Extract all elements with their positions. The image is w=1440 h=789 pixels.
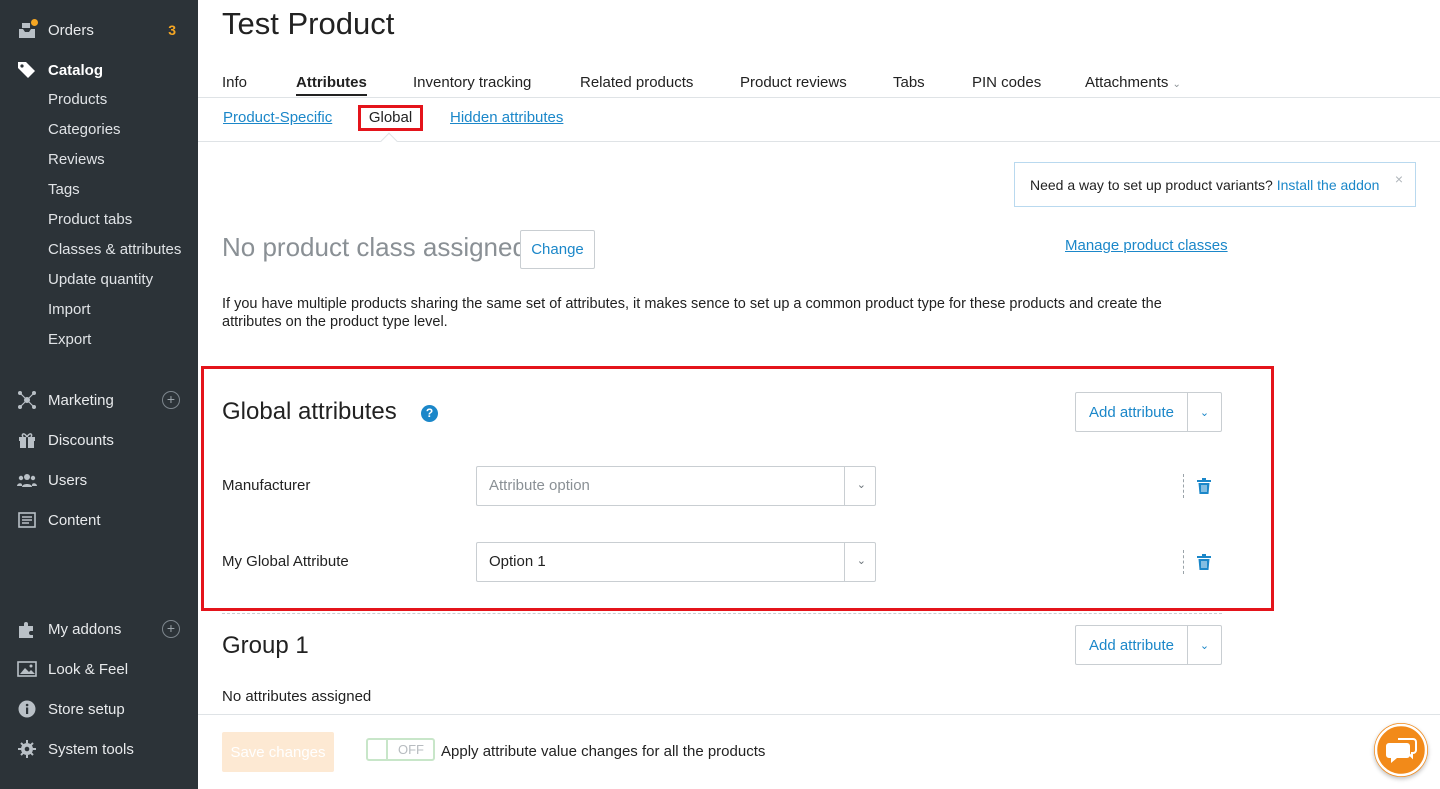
- manufacturer-select[interactable]: Attribute option ⌄: [476, 466, 876, 506]
- row-divider: [1183, 550, 1184, 574]
- sidebar-item-content[interactable]: Content: [0, 505, 198, 535]
- chat-button[interactable]: [1374, 723, 1428, 777]
- tab-inventory-tracking[interactable]: Inventory tracking: [413, 74, 531, 91]
- global-attributes-title: Global attributes: [222, 398, 397, 425]
- sidebar-item-classes-attributes[interactable]: Classes & attributes: [48, 235, 181, 265]
- chevron-down-icon[interactable]: ⌄: [1188, 626, 1221, 664]
- marketing-icon: [17, 390, 37, 410]
- subtab-product-specific[interactable]: Product-Specific: [223, 109, 332, 126]
- tags-icon: [17, 60, 37, 80]
- sidebar-item-label: My addons: [48, 620, 122, 638]
- sidebar: Orders 3 Catalog Products Categories Rev…: [0, 0, 198, 789]
- sidebar-item-label: Discounts: [48, 431, 114, 449]
- info-icon: [17, 699, 37, 719]
- close-icon[interactable]: ×: [1395, 171, 1403, 187]
- users-icon: [17, 470, 37, 490]
- puzzle-icon: [17, 619, 37, 639]
- my-global-attribute-select[interactable]: Option 1 ⌄: [476, 542, 876, 582]
- no-attributes-text: No attributes assigned: [222, 688, 372, 705]
- expand-plus-icon[interactable]: +: [162, 620, 180, 638]
- toggle-state: OFF: [398, 742, 424, 757]
- chevron-down-icon: ⌄: [856, 479, 866, 491]
- add-attribute-button[interactable]: Add attribute: [1076, 393, 1188, 431]
- subtab-hidden-attributes[interactable]: Hidden attributes: [450, 109, 563, 126]
- install-addon-link[interactable]: Install the addon: [1277, 177, 1380, 193]
- sidebar-item-export[interactable]: Export: [48, 325, 91, 355]
- subtab-global[interactable]: Global: [358, 105, 423, 131]
- row-divider: [1183, 474, 1184, 498]
- sidebar-item-orders[interactable]: Orders 3: [0, 15, 198, 45]
- change-class-button[interactable]: Change: [520, 230, 595, 269]
- tab-attachments[interactable]: Attachments ⌄: [1085, 74, 1181, 91]
- expand-plus-icon[interactable]: +: [162, 391, 180, 409]
- sidebar-item-label: Content: [48, 511, 101, 529]
- group-add-attribute-split-button: Add attribute ⌄: [1075, 625, 1222, 665]
- tab-pin-codes[interactable]: PIN codes: [972, 74, 1041, 91]
- sidebar-item-look-feel[interactable]: Look & Feel: [0, 654, 198, 684]
- sidebar-item-users[interactable]: Users: [0, 465, 198, 495]
- sidebar-item-products[interactable]: Products: [48, 85, 107, 115]
- attribute-label-my-global-attribute: My Global Attribute: [222, 553, 349, 570]
- sidebar-item-reviews[interactable]: Reviews: [48, 145, 105, 175]
- sidebar-item-system-tools[interactable]: System tools: [0, 734, 198, 764]
- tabs-divider: [198, 97, 1440, 98]
- apply-all-label: Apply attribute value changes for all th…: [441, 743, 766, 760]
- sidebar-item-label: Catalog: [48, 61, 104, 79]
- chevron-down-icon: ⌄: [1172, 79, 1181, 90]
- sidebar-item-my-addons[interactable]: My addons +: [0, 614, 198, 644]
- help-icon[interactable]: ?: [421, 405, 438, 422]
- active-subtab-caret: [380, 132, 398, 150]
- sidebar-item-label: System tools: [48, 740, 134, 758]
- trash-icon[interactable]: [1197, 554, 1211, 570]
- gear-icon: [17, 739, 37, 759]
- sidebar-item-store-setup[interactable]: Store setup: [0, 694, 198, 724]
- page-title: Test Product: [222, 6, 395, 41]
- save-changes-button[interactable]: Save changes: [222, 732, 334, 772]
- gift-icon: [17, 430, 37, 450]
- chevron-down-icon: ⌄: [856, 555, 866, 567]
- sidebar-item-marketing[interactable]: Marketing +: [0, 385, 198, 415]
- tab-product-reviews[interactable]: Product reviews: [740, 74, 847, 91]
- toggle-knob: [368, 740, 388, 759]
- tab-info[interactable]: Info: [222, 74, 247, 91]
- content-icon: [17, 510, 37, 530]
- group-divider: [222, 613, 1222, 614]
- sidebar-item-label: Marketing: [48, 391, 114, 409]
- tab-attachments-label: Attachments: [1085, 74, 1169, 91]
- orders-count-badge: 3: [168, 22, 176, 38]
- sidebar-item-categories[interactable]: Categories: [48, 115, 121, 145]
- sidebar-item-discounts[interactable]: Discounts: [0, 425, 198, 455]
- select-value: Option 1: [489, 553, 546, 570]
- variants-notice: Need a way to set up product variants? I…: [1014, 162, 1416, 207]
- sidebar-item-label: Users: [48, 471, 88, 489]
- sidebar-item-catalog[interactable]: Catalog: [0, 55, 198, 85]
- orders-icon: [17, 19, 38, 40]
- sidebar-item-label: Look & Feel: [48, 660, 129, 678]
- sidebar-item-label: Orders: [48, 21, 94, 39]
- tab-attributes[interactable]: Attributes: [296, 74, 367, 96]
- chat-icon: [1374, 723, 1428, 777]
- image-icon: [17, 659, 37, 679]
- select-value: Attribute option: [489, 477, 590, 494]
- group-1-title: Group 1: [222, 632, 309, 659]
- chevron-down-icon[interactable]: ⌄: [1188, 393, 1221, 431]
- apply-all-toggle[interactable]: OFF: [366, 738, 435, 761]
- attribute-label-manufacturer: Manufacturer: [222, 477, 311, 494]
- sidebar-item-label: Store setup: [48, 700, 125, 718]
- description-text: If you have multiple products sharing th…: [222, 296, 1162, 330]
- tab-related-products[interactable]: Related products: [580, 74, 693, 91]
- trash-icon[interactable]: [1197, 478, 1211, 494]
- manage-product-classes-link[interactable]: Manage product classes: [1065, 237, 1228, 254]
- sidebar-item-product-tabs[interactable]: Product tabs: [48, 205, 132, 235]
- select-divider: [844, 467, 845, 505]
- sidebar-item-import[interactable]: Import: [48, 295, 91, 325]
- product-class-title: No product class assigned: [222, 232, 527, 262]
- notice-text: Need a way to set up product variants?: [1030, 177, 1273, 193]
- sidebar-item-update-quantity[interactable]: Update quantity: [48, 265, 153, 295]
- add-attribute-split-button: Add attribute ⌄: [1075, 392, 1222, 432]
- group-add-attribute-button[interactable]: Add attribute: [1076, 626, 1188, 664]
- tab-tabs[interactable]: Tabs: [893, 74, 925, 91]
- sidebar-item-tags[interactable]: Tags: [48, 175, 80, 205]
- select-divider: [844, 543, 845, 581]
